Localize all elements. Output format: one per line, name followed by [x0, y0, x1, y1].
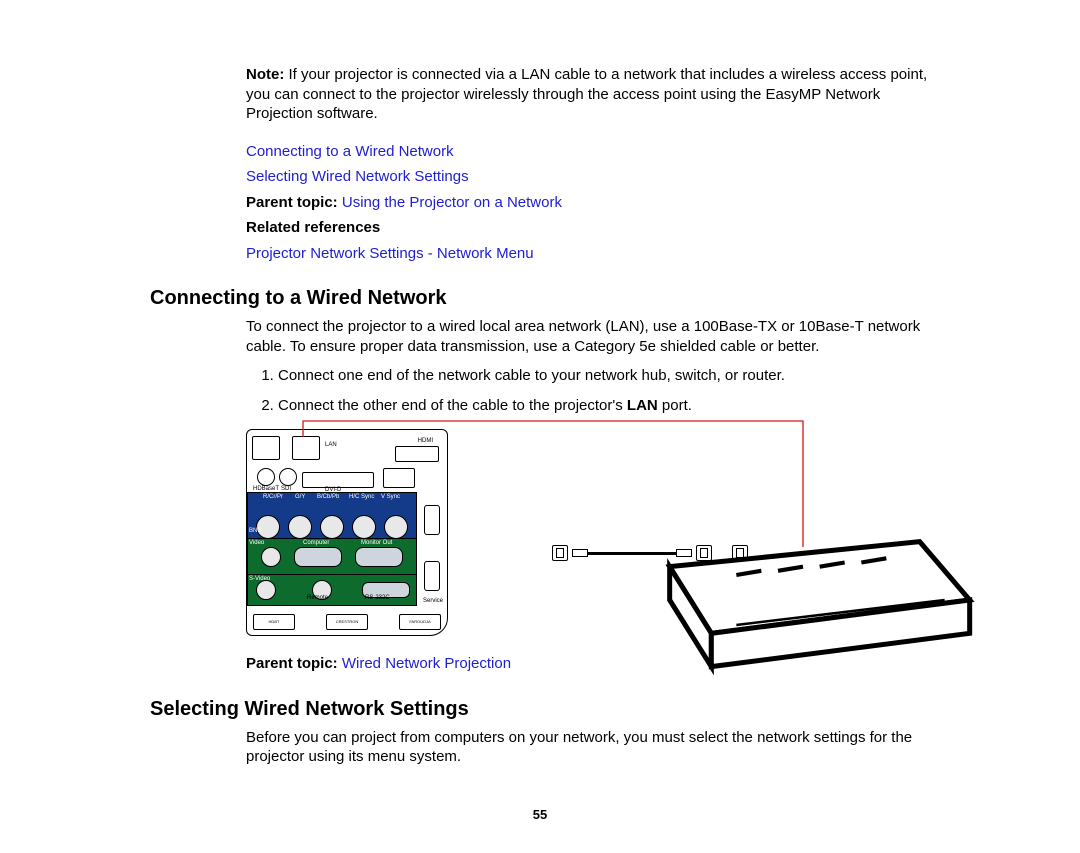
parent-topic-label: Parent topic:: [246, 194, 342, 211]
link-parent2[interactable]: Wired Network Projection: [342, 655, 511, 672]
selecting-intro: Before you can project from computers on…: [246, 728, 930, 767]
cable-diagram-icon: [528, 429, 930, 629]
connecting-intro: To connect the projector to a wired loca…: [246, 317, 930, 356]
note-paragraph: Note: If your projector is connected via…: [246, 65, 930, 124]
link-parent1[interactable]: Using the Projector on a Network: [342, 194, 562, 211]
section-selecting-body: Before you can project from computers on…: [246, 728, 930, 767]
connecting-steps: Connect one end of the network cable to …: [246, 366, 930, 415]
note-text: If your projector is connected via a LAN…: [246, 66, 927, 122]
related-references-heading: Related references: [246, 219, 380, 236]
page-number: 55: [150, 807, 930, 824]
heading-connecting: Connecting to a Wired Network: [150, 285, 930, 311]
note-label: Note:: [246, 66, 284, 83]
link-connecting[interactable]: Connecting to a Wired Network: [246, 143, 454, 160]
step-2: Connect the other end of the cable to th…: [278, 396, 930, 416]
document-page: Note: If your projector is connected via…: [0, 0, 1080, 853]
step-1: Connect one end of the network cable to …: [278, 366, 930, 386]
link-related[interactable]: Projector Network Settings - Network Men…: [246, 245, 534, 262]
section-connecting-body: To connect the projector to a wired loca…: [246, 317, 930, 674]
connection-diagram: LAN HDMI HDBaseT SDI DVI-D R/Cr/Pr G/Y B…: [246, 429, 930, 636]
link-selecting[interactable]: Selecting Wired Network Settings: [246, 168, 469, 185]
link-list: Connecting to a Wired Network Selecting …: [246, 142, 930, 264]
heading-selecting: Selecting Wired Network Settings: [150, 696, 930, 722]
